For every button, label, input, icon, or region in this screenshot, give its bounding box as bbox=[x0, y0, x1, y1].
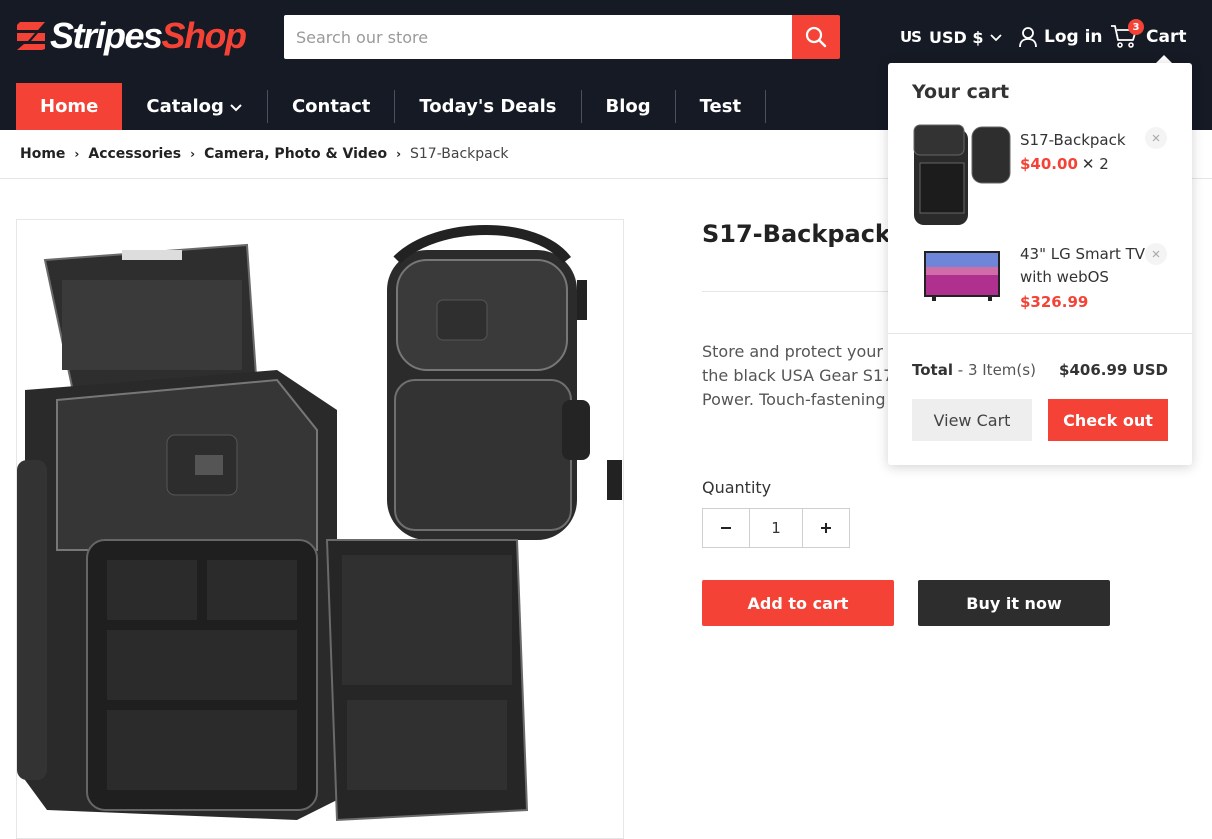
cart-item-qty: ✕ 2 bbox=[1082, 155, 1109, 173]
add-to-cart-button[interactable]: Add to cart bbox=[702, 580, 894, 626]
nav-item-test[interactable]: Test bbox=[676, 83, 765, 130]
nav-item-blog[interactable]: Blog bbox=[582, 83, 675, 130]
quantity-decrease-button[interactable] bbox=[703, 509, 749, 547]
total-label-text: Total bbox=[912, 361, 953, 379]
quantity-increase-button[interactable] bbox=[803, 509, 849, 547]
quantity-label: Quantity bbox=[702, 478, 772, 497]
total-items-count: - 3 Item(s) bbox=[957, 361, 1036, 379]
quantity-input[interactable]: 1 bbox=[749, 509, 803, 547]
user-icon bbox=[1019, 27, 1037, 48]
cart-item-qty-value: 2 bbox=[1099, 155, 1109, 173]
search-input[interactable] bbox=[284, 15, 792, 59]
plus-icon bbox=[821, 523, 831, 533]
login-label: Log in bbox=[1044, 27, 1103, 47]
nav-item-todays-deals[interactable]: Today's Deals bbox=[395, 83, 580, 130]
nav-divider bbox=[765, 90, 767, 123]
logo-mark-icon bbox=[16, 21, 46, 51]
cart-popup: Your cart S17-Backpack $40.00 ✕ 2 43" LG… bbox=[888, 63, 1192, 465]
cart-item-thumbnail[interactable] bbox=[912, 239, 1012, 309]
remove-item-button[interactable] bbox=[1145, 243, 1167, 265]
remove-item-button[interactable] bbox=[1145, 127, 1167, 149]
checkout-button[interactable]: Check out bbox=[1048, 399, 1168, 441]
logo-text: StripesShop bbox=[50, 15, 247, 57]
currency-label: USD $ bbox=[928, 27, 984, 47]
quantity-stepper: 1 bbox=[702, 508, 850, 548]
cart-item-name[interactable]: 43" LG Smart TV with webOS bbox=[1020, 243, 1145, 289]
cart-link[interactable]: 3 Cart bbox=[1110, 19, 1187, 52]
search-bar bbox=[284, 15, 840, 59]
nav-item-home[interactable]: Home bbox=[16, 83, 123, 130]
nav-item-label: Blog bbox=[605, 96, 651, 117]
product-image[interactable] bbox=[16, 219, 624, 839]
currency-selector[interactable]: US USD $ bbox=[900, 26, 1003, 48]
buy-now-button[interactable]: Buy it now bbox=[918, 580, 1110, 626]
cart-count-badge: 3 bbox=[1128, 19, 1144, 35]
close-icon bbox=[1152, 134, 1160, 142]
cart-popup-title: Your cart bbox=[912, 81, 1010, 103]
cart-item: S17-Backpack $40.00 ✕ 2 bbox=[912, 123, 1168, 233]
nav-item-label: Catalog bbox=[146, 96, 224, 117]
nav-item-label: Contact bbox=[291, 96, 371, 117]
cart-popup-divider bbox=[888, 333, 1192, 334]
breadcrumb-camera[interactable]: Camera, Photo & Video bbox=[204, 146, 387, 162]
backpack-back-view bbox=[387, 225, 622, 540]
minus-icon bbox=[721, 527, 731, 529]
breadcrumb-current: S17-Backpack bbox=[410, 146, 509, 162]
login-link[interactable]: Log in bbox=[1018, 25, 1103, 49]
cart-total-value: $406.99 USD bbox=[1059, 361, 1168, 379]
breadcrumb-home[interactable]: Home bbox=[20, 146, 65, 162]
cart-item-name-line: 43" LG Smart TV bbox=[1020, 245, 1146, 263]
product-title: S17-Backpack bbox=[702, 220, 891, 248]
flag-icon: US bbox=[900, 28, 922, 46]
search-button[interactable] bbox=[792, 15, 840, 59]
nav-item-label: Test bbox=[699, 96, 742, 117]
breadcrumb-accessories[interactable]: Accessories bbox=[88, 146, 181, 162]
nav-item-contact[interactable]: Contact bbox=[268, 83, 394, 130]
logo-text-part1: Stripes bbox=[50, 15, 163, 56]
cart-item: 43" LG Smart TV with webOS $326.99 bbox=[912, 239, 1168, 319]
chevron-right-icon: › bbox=[74, 147, 80, 161]
backpack-image bbox=[17, 225, 622, 822]
cart-item-thumbnail[interactable] bbox=[912, 123, 1012, 225]
chevron-down-icon bbox=[230, 103, 242, 111]
multiply-icon: ✕ bbox=[1081, 155, 1100, 173]
cart-item-name-line: with webOS bbox=[1020, 268, 1109, 286]
cart-label: Cart bbox=[1146, 27, 1187, 47]
cart-item-price: $40.00 ✕ 2 bbox=[1020, 155, 1109, 173]
chevron-right-icon: › bbox=[190, 147, 196, 161]
breadcrumb: Home › Accessories › Camera, Photo & Vid… bbox=[20, 143, 509, 165]
cart-total-label: Total - 3 Item(s) bbox=[912, 361, 1036, 379]
nav-item-catalog[interactable]: Catalog bbox=[122, 83, 267, 130]
cart-item-price-value: $40.00 bbox=[1020, 155, 1078, 173]
nav-item-label: Today's Deals bbox=[419, 96, 557, 117]
main-nav: Home Catalog Contact Today's Deals Blog … bbox=[16, 83, 767, 130]
cart-item-name[interactable]: S17-Backpack bbox=[1020, 129, 1126, 152]
close-icon bbox=[1152, 250, 1160, 258]
cart-item-price: $326.99 bbox=[1020, 293, 1089, 311]
search-icon bbox=[805, 26, 827, 48]
chevron-down-icon bbox=[990, 34, 1003, 42]
nav-item-label: Home bbox=[40, 96, 99, 117]
chevron-right-icon: › bbox=[396, 147, 402, 161]
logo-text-part2: Shop bbox=[161, 15, 247, 56]
view-cart-button[interactable]: View Cart bbox=[912, 399, 1032, 441]
store-logo[interactable]: StripesShop bbox=[16, 14, 247, 58]
